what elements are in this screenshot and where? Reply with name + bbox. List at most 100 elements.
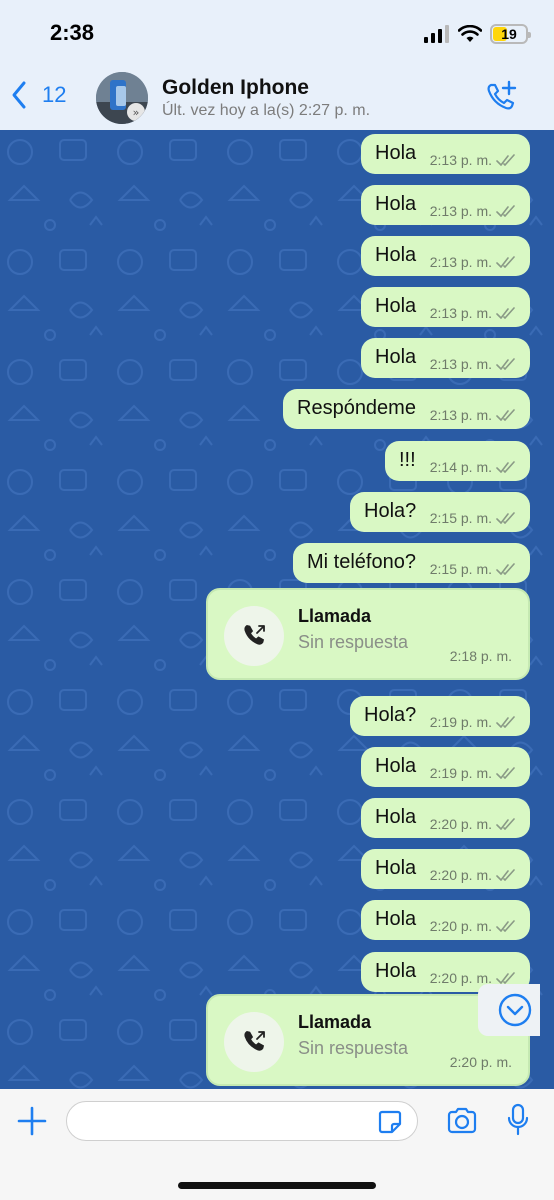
contact-name[interactable]: Golden Iphone <box>162 76 309 100</box>
message-meta: 2:15 p. m. <box>430 561 518 577</box>
message-meta: 2:19 p. m. <box>430 765 518 781</box>
message-meta: 2:20 p. m. <box>430 816 518 832</box>
message-meta: 2:13 p. m. <box>430 356 518 372</box>
message-text: Respóndeme <box>297 397 416 419</box>
message-time: 2:13 p. m. <box>429 254 492 270</box>
message-meta: 2:13 p. m. <box>430 305 518 321</box>
message-bubble[interactable]: Hola 2:20 p. m. <box>361 849 530 889</box>
message-bubble[interactable]: Hola 2:13 p. m. <box>361 134 530 174</box>
double-check-icon <box>496 358 515 370</box>
message-bubble[interactable]: Hola 2:13 p. m. <box>361 185 530 225</box>
svg-text:»: » <box>133 106 140 119</box>
message-meta: 2:14 p. m. <box>430 459 518 475</box>
attach-button[interactable] <box>16 1105 48 1142</box>
message-time: 2:15 p. m. <box>429 510 492 526</box>
double-check-icon <box>496 154 515 166</box>
message-time: 2:14 p. m. <box>429 459 492 475</box>
wifi-icon <box>458 25 482 42</box>
microphone-button[interactable] <box>506 1103 530 1142</box>
sticker-icon <box>378 1110 402 1134</box>
message-text: Hola <box>375 244 417 266</box>
status-bar: 2:38 19 <box>0 0 554 66</box>
message-time: 2:15 p. m. <box>429 561 492 577</box>
message-text: Hola <box>375 857 417 879</box>
message-meta: 2:20 p. m. <box>430 918 518 934</box>
message-text: Mi teléfono? <box>307 551 416 573</box>
unread-count: 12 <box>42 82 67 107</box>
message-text: Hola <box>375 908 417 930</box>
microphone-icon <box>507 1103 529 1136</box>
double-check-icon <box>496 512 515 524</box>
contact-status: Últ. vez hoy a la(s) 2:27 p. m. <box>162 102 371 119</box>
message-bubble[interactable]: Hola 2:13 p. m. <box>361 236 530 276</box>
outgoing-call-icon <box>244 625 265 645</box>
message-meta: 2:15 p. m. <box>430 510 518 526</box>
message-bubble[interactable]: Hola 2:20 p. m. <box>361 798 530 838</box>
message-text: Hola <box>375 193 417 215</box>
double-check-icon <box>496 767 515 779</box>
message-meta: 2:19 p. m. <box>430 714 518 730</box>
message-text: Hola <box>375 142 417 164</box>
call-status: Sin respuesta <box>298 632 409 652</box>
home-indicator <box>178 1182 376 1189</box>
scroll-down-button[interactable] <box>478 984 540 1036</box>
message-meta: 2:13 p. m. <box>430 407 518 423</box>
double-check-icon <box>496 716 515 728</box>
call-time: 2:18 p. m. <box>449 648 512 664</box>
message-meta: 2:13 p. m. <box>430 254 518 270</box>
chat-area[interactable]: Hola 2:13 p. m. Hola 2:13 p. m. Hola 2:13 p. … <box>0 130 554 1089</box>
double-check-icon <box>496 461 515 473</box>
message-bubble[interactable]: !!! 2:14 p. m. <box>385 441 530 481</box>
message-time: 2:20 p. m. <box>429 918 492 934</box>
chat-header: 12 » Golden Iphone Últ. vez hoy a la(s) … <box>0 66 554 131</box>
camera-icon <box>447 1107 477 1134</box>
message-bubble[interactable]: Hola? 2:15 p. m. <box>350 492 530 532</box>
sticker-button[interactable] <box>377 1109 403 1140</box>
message-time: 2:13 p. m. <box>429 356 492 372</box>
message-bubble[interactable]: Hola 2:19 p. m. <box>361 747 530 787</box>
avatar-image: » <box>96 72 148 124</box>
message-text: !!! <box>399 449 416 471</box>
call-status: Sin respuesta <box>298 1038 409 1058</box>
phone-plus-icon <box>487 80 517 110</box>
double-check-icon <box>496 972 515 984</box>
double-check-icon <box>496 256 515 268</box>
battery-level: 19 <box>501 26 517 42</box>
message-bubble[interactable]: Mi teléfono? 2:15 p. m. <box>293 543 530 583</box>
message-bubble[interactable]: Hola 2:20 p. m. <box>361 900 530 940</box>
camera-button[interactable] <box>446 1107 478 1140</box>
back-button[interactable]: 12 <box>10 80 66 110</box>
double-check-icon <box>496 563 515 575</box>
signal-icon <box>424 25 449 43</box>
call-title: Llamada <box>298 606 372 626</box>
message-input[interactable] <box>66 1101 418 1141</box>
avatar[interactable]: » <box>96 72 148 124</box>
message-bubble[interactable]: Hola 2:13 p. m. <box>361 287 530 327</box>
chevron-down-circle-icon <box>498 993 532 1027</box>
call-icon-wrap <box>224 606 284 666</box>
message-meta: 2:13 p. m. <box>430 152 518 168</box>
message-text: Hola <box>375 806 417 828</box>
message-time: 2:19 p. m. <box>429 714 492 730</box>
message-text: Hola <box>375 295 417 317</box>
message-meta: 2:20 p. m. <box>430 867 518 883</box>
add-call-button[interactable] <box>484 80 518 119</box>
message-bubble[interactable]: Respóndeme 2:13 p. m. <box>283 389 530 429</box>
missed-call-bubble[interactable]: Llamada Sin respuesta 2:18 p. m. <box>206 588 530 680</box>
message-time: 2:13 p. m. <box>429 152 492 168</box>
message-time: 2:13 p. m. <box>429 203 492 219</box>
double-check-icon <box>496 307 515 319</box>
double-check-icon <box>496 818 515 830</box>
call-title: Llamada <box>298 1012 372 1032</box>
plus-icon <box>17 1106 47 1136</box>
chevron-left-icon <box>12 81 26 109</box>
double-check-icon <box>496 920 515 932</box>
status-icons: 19 <box>424 24 531 44</box>
message-bubble[interactable]: Hola? 2:19 p. m. <box>350 696 530 736</box>
message-bubble[interactable]: Hola 2:13 p. m. <box>361 338 530 378</box>
message-time: 2:13 p. m. <box>429 305 492 321</box>
call-icon-wrap <box>224 1012 284 1072</box>
message-text: Hola? <box>364 500 417 522</box>
double-check-icon <box>496 205 515 217</box>
outgoing-call-icon <box>244 1031 265 1051</box>
